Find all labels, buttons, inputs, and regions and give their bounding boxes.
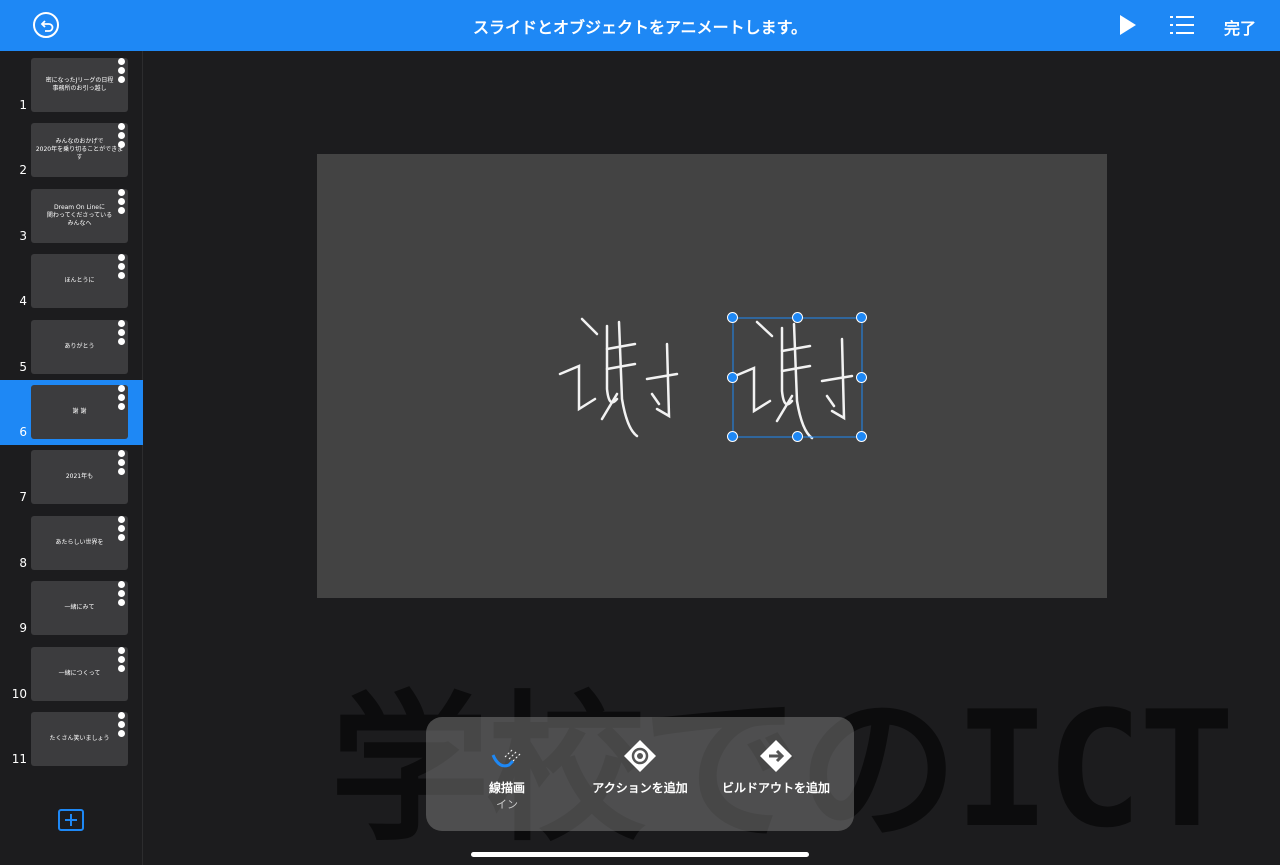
add-action-button[interactable]: アクションを追加 — [586, 739, 694, 796]
slide-thumbnail-item[interactable]: 一緒にみて 9 — [0, 576, 143, 641]
slide-thumbnail[interactable]: 一緒につくって — [31, 646, 128, 701]
resize-handle[interactable] — [792, 312, 803, 323]
resize-handle[interactable] — [727, 372, 738, 383]
more-dots-icon[interactable] — [118, 385, 126, 412]
more-dots-icon[interactable] — [118, 58, 126, 85]
more-dots-icon[interactable] — [118, 319, 126, 347]
slide-thumbnail-item[interactable]: 2021年も 7 — [0, 445, 143, 510]
slide-thumbnail[interactable]: たくさん笑いましょう — [31, 712, 128, 766]
slide-thumbnail-item[interactable]: Dream On Lineに 関わってくださっている みんなへ 3 — [0, 184, 143, 249]
slide-thumbnail[interactable]: みんなのおかげで 2020年を乗り切ることができます — [31, 123, 128, 178]
slide-thumbnail[interactable]: 謝 謝 — [31, 385, 128, 439]
slide-thumbnail[interactable]: ほんとうに — [31, 254, 128, 309]
more-dots-icon[interactable] — [118, 712, 126, 739]
slide-number: 8 — [19, 555, 27, 570]
slide-thumbnail[interactable]: ありがとう — [31, 319, 128, 374]
resize-handle[interactable] — [727, 431, 738, 442]
slide-thumbnail-item[interactable]: ほんとうに 4 — [0, 249, 143, 314]
slide-thumbnail-item[interactable]: たくさん笑いましょう 11 — [0, 707, 143, 772]
slide-thumbnail-item[interactable]: ありがとう 5 — [0, 315, 143, 380]
list-icon[interactable] — [1170, 14, 1194, 40]
slide-number: 7 — [19, 490, 27, 505]
done-button[interactable]: 完了 — [1224, 15, 1256, 39]
slide-thumbnail-item[interactable]: 一緒につくって 10 — [0, 642, 143, 707]
line-draw-icon — [478, 739, 536, 773]
slide-thumbnail-item[interactable]: 密になったJリーグの日程 事務所のお引っ越し 1 — [0, 53, 143, 118]
add-buildout-label: ビルドアウトを追加 — [721, 781, 830, 795]
build-in-sublabel: イン — [496, 798, 518, 811]
action-icon — [586, 739, 694, 773]
resize-handle[interactable] — [792, 431, 803, 442]
slide-thumbnail[interactable]: 2021年も — [31, 450, 128, 505]
more-dots-icon[interactable] — [118, 254, 126, 281]
slide-number: 9 — [19, 621, 27, 636]
more-dots-icon[interactable] — [118, 123, 126, 150]
buildout-icon — [716, 739, 836, 773]
resize-handle[interactable] — [727, 312, 738, 323]
more-dots-icon[interactable] — [118, 188, 126, 216]
more-dots-icon[interactable] — [118, 515, 126, 543]
slide-thumbnail-item[interactable]: みんなのおかげで 2020年を乗り切ることができます 2 — [0, 118, 143, 183]
slide-number: 5 — [19, 359, 27, 374]
build-in-button[interactable]: 線描画 イン — [478, 739, 536, 812]
more-dots-icon[interactable] — [118, 646, 126, 674]
slide-number: 1 — [19, 98, 27, 112]
build-in-label: 線描画 — [488, 781, 525, 795]
play-icon[interactable] — [1118, 14, 1138, 40]
slide-number: 3 — [19, 228, 27, 243]
slide-number: 2 — [19, 163, 27, 178]
slide-canvas[interactable] — [317, 154, 1107, 598]
slide-number: 4 — [19, 294, 27, 309]
slide-number: 10 — [11, 686, 27, 701]
more-dots-icon[interactable] — [118, 581, 126, 608]
slide-thumbnail-item[interactable]: 謝 謝 6 — [0, 380, 143, 445]
slide-thumbnail[interactable]: 密になったJリーグの日程 事務所のお引っ越し — [31, 58, 128, 112]
slide-thumbnail-item[interactable]: あたらしい世界を 8 — [0, 511, 143, 576]
home-indicator — [471, 852, 809, 857]
slide-number: 11 — [11, 752, 27, 766]
slide-number: 6 — [19, 425, 27, 439]
slide-thumbnail[interactable]: 一緒にみて — [31, 581, 128, 636]
add-slide-button[interactable] — [58, 809, 84, 831]
handwriting-stroke — [580, 317, 599, 336]
slide-thumbnail[interactable]: Dream On Lineに 関わってくださっている みんなへ — [31, 188, 128, 243]
resize-handle[interactable] — [856, 431, 867, 442]
animation-toolbar: 線描画 イン アクションを追加 ビルドアウトを追加 — [426, 717, 854, 831]
add-buildout-button[interactable]: ビルドアウトを追加 — [716, 739, 836, 796]
slide-thumbnail[interactable]: あたらしい世界を — [31, 515, 128, 570]
slide-navigator: 密になったJリーグの日程 事務所のお引っ越し 1 みんなのおかげで 2020年を乗り… — [0, 51, 143, 865]
top-bar: スライドとオブジェクトをアニメートします。 完了 — [0, 0, 1280, 51]
page-title: スライドとオブジェクトをアニメートします。 — [472, 18, 808, 37]
resize-handle[interactable] — [856, 312, 867, 323]
resize-handle[interactable] — [856, 372, 867, 383]
more-dots-icon[interactable] — [118, 450, 126, 477]
add-action-label: アクションを追加 — [592, 781, 688, 795]
